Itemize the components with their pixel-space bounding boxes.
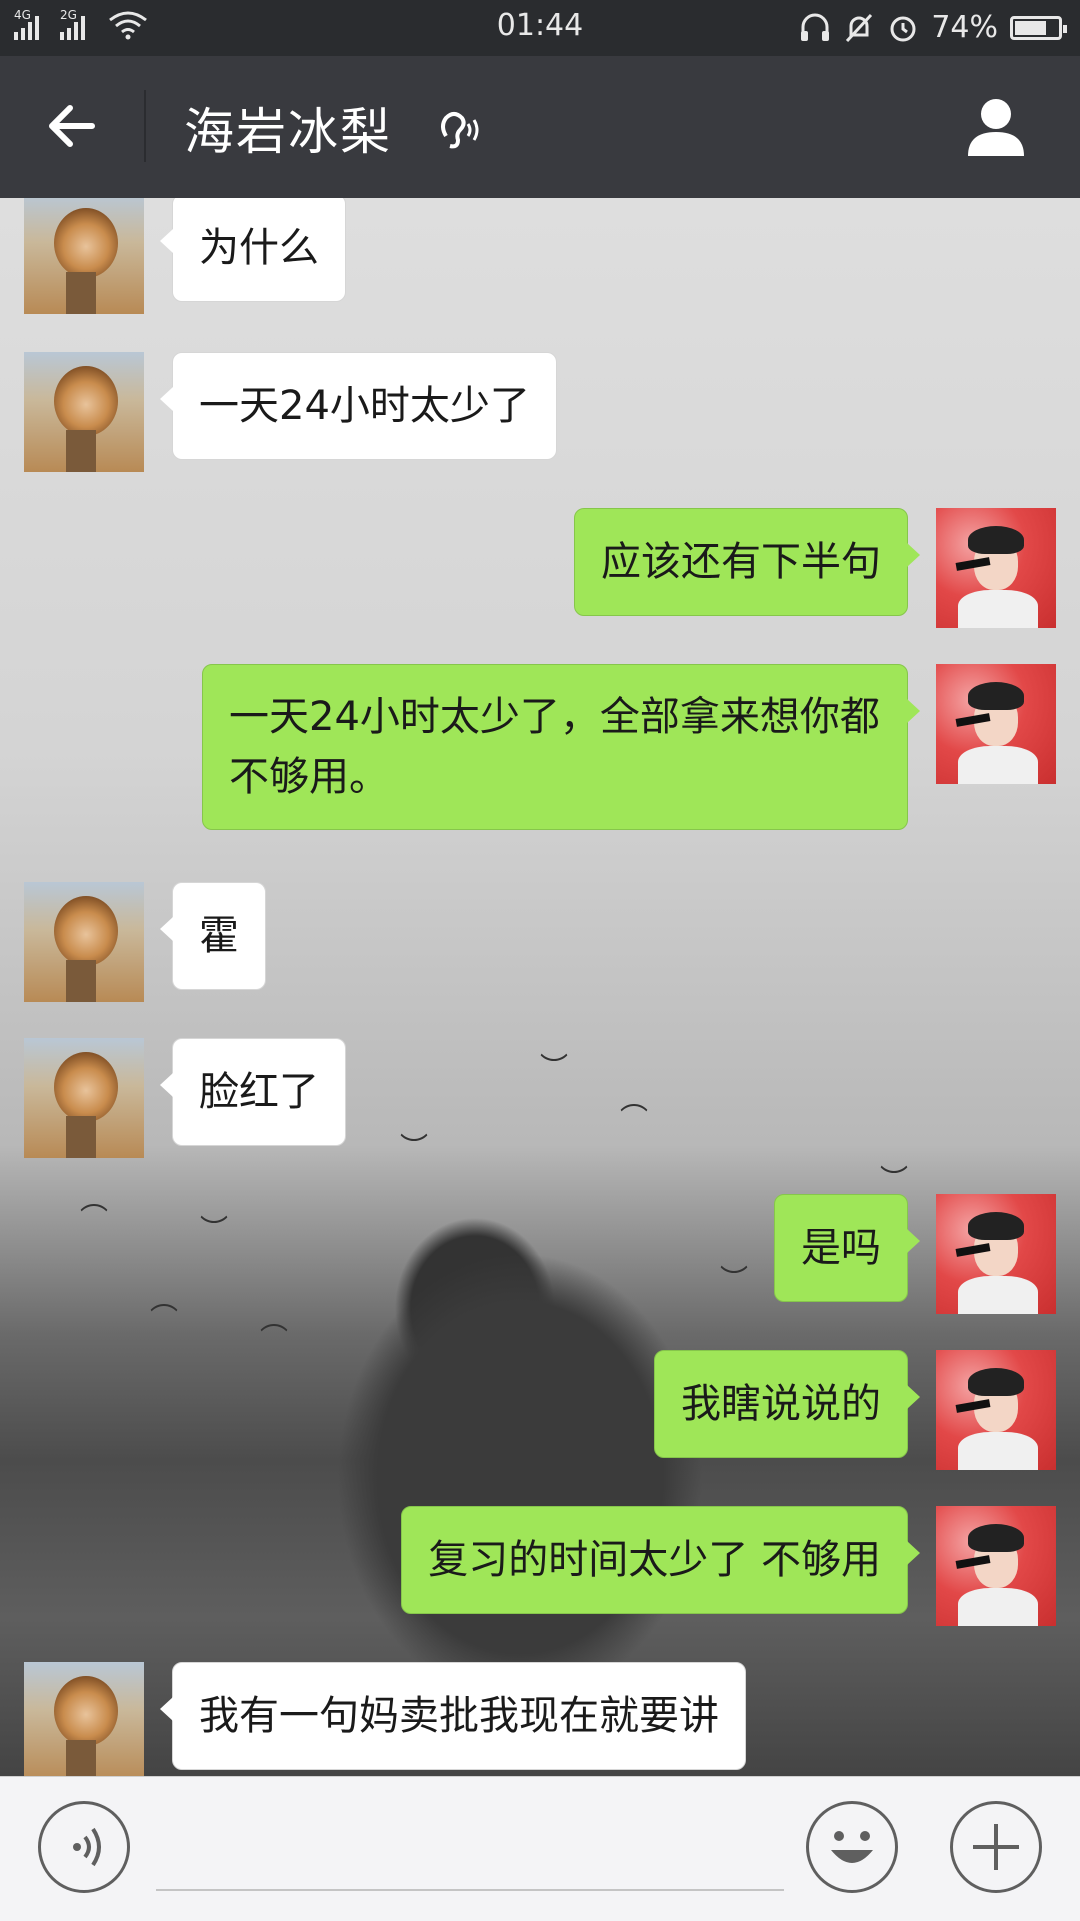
voice-icon[interactable] [38, 1801, 130, 1893]
background-bird: ︶ [200, 1213, 229, 1246]
battery-percent: 74% [931, 10, 998, 45]
ear-icon [441, 112, 479, 149]
message-bubble-outgoing[interactable]: 是吗 [774, 1194, 920, 1302]
smiley-glyph [831, 1831, 873, 1863]
background-bird: ︵ [80, 1183, 109, 1216]
chat-header: 海岩冰梨 [0, 56, 1080, 198]
background-bird: ︶ [880, 1163, 909, 1196]
mute-bell-icon [846, 13, 873, 42]
input-bar [0, 1776, 1080, 1921]
voice-glyph [73, 1827, 101, 1867]
alarm-icon [890, 16, 916, 41]
message-input[interactable] [156, 1803, 784, 1891]
chat-area[interactable]: ︶ ︵ ︶ ︵ ︶ ︵ ︶ ︵ ︶ 为什么 一天24小时太少了 应该还有下半句 … [0, 198, 1080, 1776]
smiley-icon[interactable] [806, 1801, 898, 1893]
status-right: 74% [799, 10, 1067, 45]
background-bird: ︵ [150, 1283, 179, 1316]
header-divider [144, 90, 146, 162]
user-avatar[interactable] [936, 1350, 1056, 1470]
person-icon[interactable] [964, 94, 1028, 158]
chat-title[interactable]: 海岩冰梨 [184, 92, 392, 164]
contact-avatar[interactable] [24, 352, 144, 472]
user-avatar[interactable] [936, 1194, 1056, 1314]
background-bird: ︶ [400, 1131, 429, 1164]
background-bird: ︶ [540, 1051, 569, 1084]
battery-icon [1010, 15, 1067, 40]
message-bubble-incoming[interactable]: 为什么 [160, 198, 346, 302]
user-avatar[interactable] [936, 664, 1056, 784]
plus-glyph [973, 1824, 1019, 1870]
user-avatar[interactable] [936, 508, 1056, 628]
message-bubble-outgoing[interactable]: 复习的时间太少了 不够用 [401, 1506, 920, 1614]
message-bubble-incoming[interactable]: 一天24小时太少了 [160, 352, 557, 460]
message-bubble-incoming[interactable]: 我有一句妈卖批我现在就要讲 [160, 1662, 746, 1770]
message-bubble-outgoing[interactable]: 一天24小时太少了，全部拿来想你都不够用。 [202, 664, 920, 830]
message-bubble-outgoing[interactable]: 应该还有下半句 [574, 508, 920, 616]
plus-icon[interactable] [950, 1801, 1042, 1893]
headset-icon [801, 13, 830, 41]
contact-avatar[interactable] [24, 1038, 144, 1158]
background-bird: ︵ [260, 1303, 289, 1336]
message-bubble-incoming[interactable]: 霍 [160, 882, 266, 990]
arrow-left-icon[interactable] [42, 96, 102, 156]
message-bubble-incoming[interactable]: 脸红了 [160, 1038, 346, 1146]
background-bird: ︶ [720, 1263, 749, 1296]
user-avatar[interactable] [936, 1506, 1056, 1626]
status-bar: 4G 2G 01:44 74% [0, 0, 1080, 56]
contact-avatar[interactable] [24, 1662, 144, 1776]
background-bird: ︵ [620, 1083, 649, 1116]
contact-avatar[interactable] [24, 882, 144, 1002]
battery-fill [1015, 20, 1047, 35]
message-bubble-outgoing[interactable]: 我瞎说说的 [654, 1350, 920, 1458]
contact-avatar[interactable] [24, 198, 144, 314]
